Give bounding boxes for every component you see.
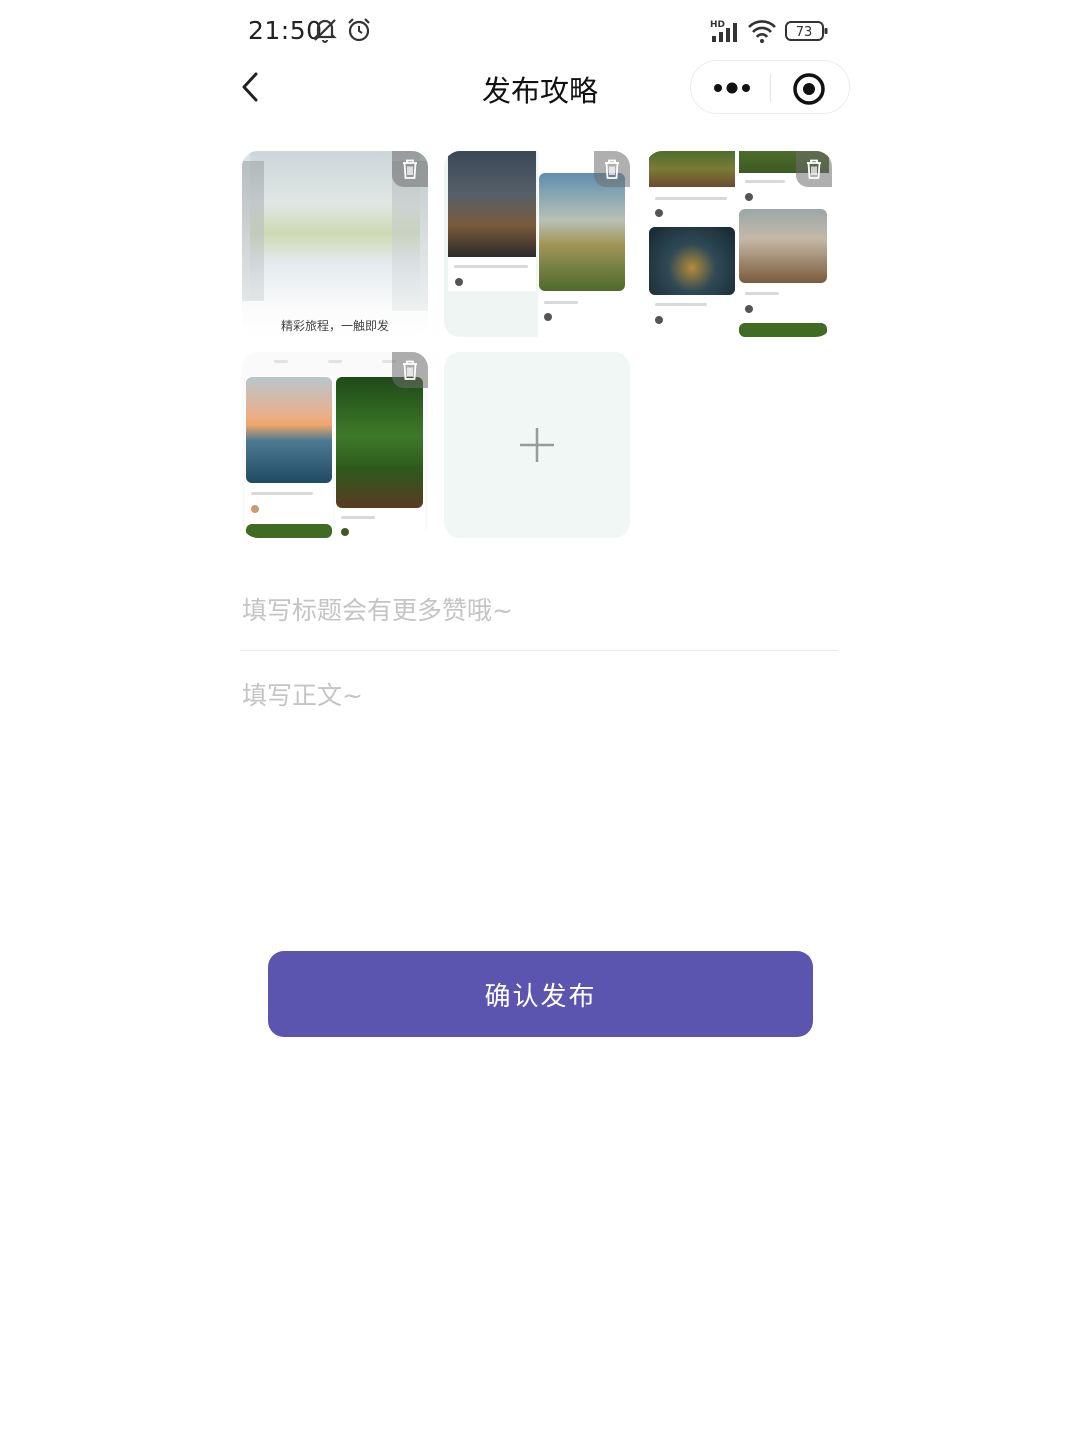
photo-placeholder bbox=[448, 151, 536, 291]
avatar-placeholder bbox=[341, 528, 349, 536]
title-input[interactable] bbox=[242, 584, 836, 636]
avatar-placeholder bbox=[655, 316, 663, 324]
trash-icon bbox=[807, 159, 821, 179]
placeholder-text-line bbox=[251, 492, 313, 495]
image-thumbnail[interactable] bbox=[646, 151, 832, 337]
photo-placeholder bbox=[539, 173, 625, 291]
more-dots-icon bbox=[714, 82, 750, 94]
add-image-button[interactable] bbox=[444, 352, 630, 538]
more-button[interactable] bbox=[709, 73, 755, 103]
chevron-left-icon bbox=[242, 72, 258, 102]
photo-placeholder bbox=[246, 377, 332, 483]
placeholder-text-line bbox=[655, 197, 727, 200]
trash-icon bbox=[605, 159, 619, 179]
delete-image-button[interactable] bbox=[594, 151, 630, 187]
image-thumbnail[interactable]: 精彩旅程，一触即发 bbox=[242, 151, 428, 337]
placeholder-text-line bbox=[341, 516, 375, 519]
placeholder-text-line bbox=[745, 292, 779, 295]
photo-placeholder bbox=[649, 151, 735, 187]
divider bbox=[240, 650, 838, 651]
body-textarea[interactable] bbox=[242, 676, 836, 916]
back-button[interactable] bbox=[236, 70, 268, 104]
photo-placeholder bbox=[649, 227, 735, 295]
delete-image-button[interactable] bbox=[796, 151, 832, 187]
placeholder-text-line bbox=[745, 180, 785, 183]
status-bar: 21:50 HD 73 bbox=[0, 0, 1080, 62]
wifi-icon bbox=[747, 18, 777, 48]
svg-text:HD: HD bbox=[710, 20, 725, 30]
photo-placeholder bbox=[336, 377, 423, 508]
photo-placeholder bbox=[335, 376, 425, 538]
target-close-icon bbox=[793, 73, 825, 105]
mute-bell-icon bbox=[311, 16, 339, 48]
plus-icon bbox=[520, 428, 554, 462]
image-thumbnail[interactable] bbox=[444, 151, 630, 337]
placeholder-text-line bbox=[454, 265, 528, 268]
photo-placeholder bbox=[739, 209, 827, 283]
page-title: 发布攻略 bbox=[481, 74, 598, 108]
placeholder-text-line bbox=[328, 360, 342, 363]
placeholder-text-line bbox=[544, 301, 578, 304]
photo-placeholder bbox=[649, 151, 735, 337]
placeholder-text-line bbox=[274, 360, 288, 363]
image-thumbnail[interactable] bbox=[242, 352, 428, 538]
nav-bar: 发布攻略 bbox=[0, 58, 1080, 116]
close-mini-program-button[interactable] bbox=[791, 71, 827, 107]
photo-placeholder bbox=[242, 161, 264, 301]
capsule-divider bbox=[770, 74, 771, 102]
avatar-placeholder bbox=[745, 305, 753, 313]
avatar-placeholder bbox=[251, 505, 259, 513]
delete-image-button[interactable] bbox=[392, 151, 428, 187]
delete-image-button[interactable] bbox=[392, 352, 428, 388]
avatar-placeholder bbox=[455, 278, 463, 286]
avatar-placeholder bbox=[544, 313, 552, 321]
trash-icon bbox=[403, 159, 417, 179]
battery-icon: 73 bbox=[785, 20, 829, 46]
image-caption: 精彩旅程，一触即发 bbox=[280, 319, 389, 333]
placeholder-text-line bbox=[655, 303, 707, 306]
signal-icon: HD bbox=[708, 18, 744, 48]
avatar-placeholder bbox=[745, 193, 753, 201]
photo-placeholder bbox=[448, 151, 536, 257]
trash-icon bbox=[403, 360, 417, 380]
photo-placeholder bbox=[245, 376, 333, 538]
avatar-placeholder bbox=[655, 209, 663, 217]
alarm-icon bbox=[345, 16, 373, 48]
photo-placeholder bbox=[246, 524, 332, 538]
svg-text:73: 73 bbox=[796, 25, 813, 40]
mini-program-capsule bbox=[690, 60, 850, 114]
confirm-publish-button[interactable]: 确认发布 bbox=[268, 951, 813, 1037]
photo-placeholder bbox=[739, 323, 827, 337]
